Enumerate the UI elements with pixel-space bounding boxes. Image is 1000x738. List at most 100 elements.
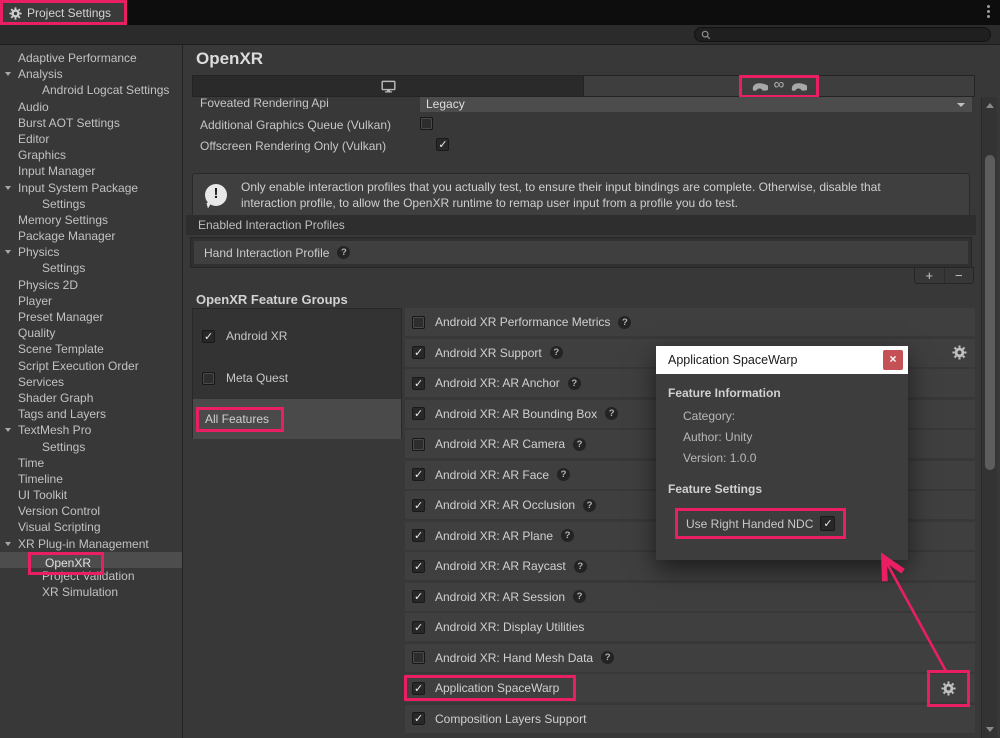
foveated-rendering-api-dropdown[interactable]: Legacy bbox=[420, 97, 972, 112]
help-icon[interactable] bbox=[618, 316, 631, 329]
feature-row[interactable]: Android XR: Display Utilities bbox=[405, 613, 975, 641]
help-icon[interactable] bbox=[561, 529, 574, 542]
tab-android-xr-platform[interactable] bbox=[584, 76, 974, 96]
android-xr-group-label: Android XR bbox=[226, 329, 287, 343]
help-icon[interactable] bbox=[573, 590, 586, 603]
hand-interaction-profile-row[interactable]: Hand Interaction Profile bbox=[194, 241, 968, 264]
tab-desktop-platform[interactable] bbox=[193, 76, 584, 96]
feature-settings-gear[interactable] bbox=[952, 345, 967, 360]
sidebar-item[interactable]: Input System Package bbox=[0, 180, 182, 196]
kebab-menu-icon[interactable] bbox=[987, 5, 990, 8]
sidebar-item[interactable]: Visual Scripting bbox=[0, 519, 182, 535]
sidebar-item[interactable]: UI Toolkit bbox=[0, 487, 182, 503]
sidebar-item[interactable]: OpenXR bbox=[0, 552, 182, 568]
feature-checkbox[interactable] bbox=[412, 407, 425, 420]
feature-groups-list: Android XR Meta Quest All Features bbox=[192, 308, 402, 438]
foldout-arrow-icon[interactable] bbox=[5, 250, 11, 254]
sidebar-item[interactable]: Timeline bbox=[0, 471, 182, 487]
sidebar-item[interactable]: Android Logcat Settings bbox=[0, 82, 182, 98]
help-icon[interactable] bbox=[583, 499, 596, 512]
foldout-arrow-icon[interactable] bbox=[5, 428, 11, 432]
scrollbar-thumb[interactable] bbox=[985, 155, 995, 470]
sidebar-item[interactable]: Graphics bbox=[0, 147, 182, 163]
sidebar-item[interactable]: XR Simulation bbox=[0, 584, 182, 600]
feature-checkbox[interactable] bbox=[412, 651, 425, 664]
close-icon[interactable]: × bbox=[883, 350, 903, 370]
sidebar-item[interactable]: Time bbox=[0, 455, 182, 471]
help-icon[interactable] bbox=[550, 346, 563, 359]
help-icon[interactable] bbox=[574, 560, 587, 573]
sidebar-item[interactable]: Shader Graph bbox=[0, 390, 182, 406]
sidebar-item[interactable]: Services bbox=[0, 374, 182, 390]
sidebar-item[interactable]: Preset Manager bbox=[0, 309, 182, 325]
all-features-row[interactable]: All Features bbox=[193, 399, 401, 439]
sidebar-item[interactable]: Player bbox=[0, 293, 182, 309]
sidebar-item[interactable]: Editor bbox=[0, 131, 182, 147]
sidebar-item[interactable]: Settings bbox=[0, 439, 182, 455]
sidebar-item[interactable]: Settings bbox=[0, 260, 182, 276]
help-icon[interactable] bbox=[605, 407, 618, 420]
feature-checkbox[interactable] bbox=[412, 499, 425, 512]
sidebar-item[interactable]: Settings bbox=[0, 196, 182, 212]
help-icon[interactable] bbox=[601, 651, 614, 664]
help-icon[interactable] bbox=[573, 438, 586, 451]
help-icon[interactable] bbox=[568, 377, 581, 390]
offscreen-rendering-only-checkbox[interactable] bbox=[436, 138, 449, 151]
sidebar-item[interactable]: Physics bbox=[0, 244, 182, 260]
feature-toggle-group: Application SpaceWarp bbox=[404, 675, 576, 701]
sidebar-item[interactable]: Scene Template bbox=[0, 341, 182, 357]
android-xr-group-checkbox[interactable] bbox=[202, 330, 215, 343]
feature-checkbox[interactable] bbox=[412, 682, 425, 695]
foldout-arrow-icon[interactable] bbox=[5, 72, 11, 76]
sidebar-item[interactable]: Physics 2D bbox=[0, 277, 182, 293]
feature-group-meta-quest[interactable]: Meta Quest bbox=[193, 363, 401, 393]
sidebar-item[interactable]: XR Plug-in Management bbox=[0, 536, 182, 552]
feature-row[interactable]: Application SpaceWarp bbox=[405, 674, 975, 702]
search-input[interactable] bbox=[715, 29, 984, 41]
sidebar-item[interactable]: Memory Settings bbox=[0, 212, 182, 228]
feature-group-android-xr[interactable]: Android XR bbox=[193, 321, 401, 351]
project-settings-tab[interactable]: Project Settings bbox=[0, 1, 126, 25]
feature-checkbox[interactable] bbox=[412, 529, 425, 542]
sidebar-item[interactable]: Adaptive Performance bbox=[0, 50, 182, 66]
interaction-profiles-list: Hand Interaction Profile bbox=[190, 237, 972, 268]
feature-checkbox[interactable] bbox=[412, 346, 425, 359]
foldout-arrow-icon[interactable] bbox=[5, 186, 11, 190]
sidebar-item[interactable]: Tags and Layers bbox=[0, 406, 182, 422]
help-icon[interactable] bbox=[337, 246, 350, 259]
feature-checkbox[interactable] bbox=[412, 590, 425, 603]
feature-checkbox[interactable] bbox=[412, 560, 425, 573]
sidebar-item[interactable]: Script Execution Order bbox=[0, 358, 182, 374]
additional-graphics-queue-checkbox[interactable] bbox=[420, 117, 433, 130]
feature-checkbox[interactable] bbox=[412, 621, 425, 634]
sidebar-item[interactable]: TextMesh Pro bbox=[0, 422, 182, 438]
feature-row[interactable]: Android XR: Hand Mesh Data bbox=[405, 644, 975, 672]
vertical-scrollbar[interactable] bbox=[981, 97, 997, 738]
sidebar-item[interactable]: Version Control bbox=[0, 503, 182, 519]
feature-row[interactable]: Android XR Performance Metrics bbox=[405, 308, 975, 336]
sidebar-item[interactable]: Package Manager bbox=[0, 228, 182, 244]
remove-profile-button[interactable]: − bbox=[945, 268, 974, 283]
use-right-handed-ndc-checkbox[interactable] bbox=[820, 516, 835, 531]
feature-checkbox[interactable] bbox=[412, 377, 425, 390]
help-icon[interactable] bbox=[557, 468, 570, 481]
search-field[interactable] bbox=[694, 27, 991, 42]
sidebar-item[interactable]: Quality bbox=[0, 325, 182, 341]
scroll-up-arrow-icon[interactable] bbox=[986, 103, 994, 108]
feature-checkbox[interactable] bbox=[412, 712, 425, 725]
feature-checkbox[interactable] bbox=[412, 316, 425, 329]
feature-checkbox[interactable] bbox=[412, 468, 425, 481]
feature-settings-gear[interactable] bbox=[927, 670, 970, 707]
sidebar-item[interactable]: Audio bbox=[0, 99, 182, 115]
meta-quest-group-checkbox[interactable] bbox=[202, 372, 215, 385]
add-profile-button[interactable]: + bbox=[915, 268, 945, 283]
feature-row[interactable]: Android XR: AR Session bbox=[405, 583, 975, 611]
foldout-arrow-icon[interactable] bbox=[5, 542, 11, 546]
feature-checkbox[interactable] bbox=[412, 438, 425, 451]
feature-row[interactable]: Composition Layers Support bbox=[405, 705, 975, 733]
sidebar-item[interactable]: Burst AOT Settings bbox=[0, 115, 182, 131]
sidebar-item[interactable]: Analysis bbox=[0, 66, 182, 82]
scroll-down-arrow-icon[interactable] bbox=[986, 727, 994, 732]
sidebar-item[interactable]: Input Manager bbox=[0, 163, 182, 179]
platform-tab-bar bbox=[192, 75, 975, 97]
